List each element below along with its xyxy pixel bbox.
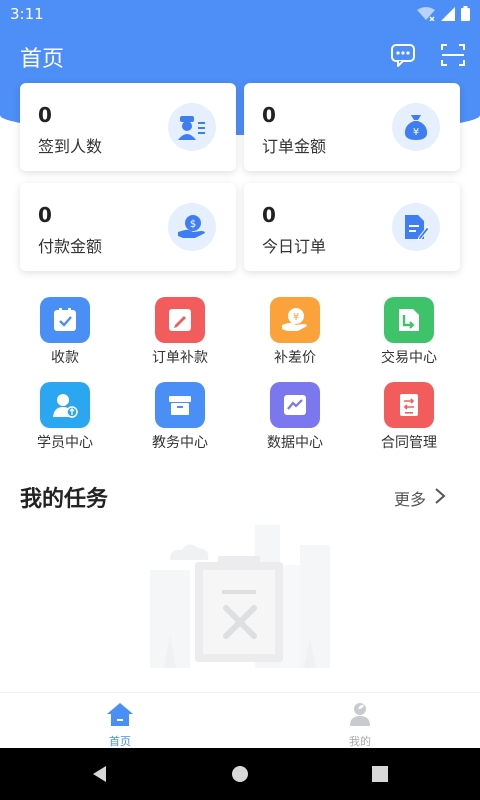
stat-value: 0 bbox=[38, 103, 52, 127]
svg-text:¥: ¥ bbox=[413, 127, 419, 138]
tab-mine[interactable]: 我的 bbox=[240, 693, 480, 749]
home-icon bbox=[107, 703, 133, 726]
message-icon[interactable] bbox=[390, 42, 416, 68]
stat-value: 0 bbox=[262, 103, 276, 127]
document-edit-icon bbox=[392, 203, 440, 251]
battery-icon bbox=[461, 6, 470, 21]
title-bar: 首页 bbox=[0, 38, 480, 74]
status-icons bbox=[417, 6, 470, 21]
more-label: 更多 bbox=[393, 490, 426, 509]
contract-icon bbox=[384, 382, 434, 428]
stat-card-payment-amount[interactable]: 0 付款金额 $ bbox=[20, 183, 236, 271]
stat-card-checkin[interactable]: 0 签到人数 bbox=[20, 83, 236, 171]
page-title: 首页 bbox=[20, 47, 65, 72]
archive-box-icon bbox=[155, 382, 205, 428]
menu-label: 合同管理 bbox=[381, 435, 437, 451]
stat-label: 签到人数 bbox=[38, 137, 103, 156]
svg-text:$: $ bbox=[190, 219, 196, 230]
edit-icon bbox=[155, 297, 205, 343]
student-icon bbox=[40, 382, 90, 428]
menu-item-order-supplement[interactable]: 订单补款 bbox=[130, 297, 230, 377]
signal-icon bbox=[441, 6, 455, 21]
chevron-right-icon bbox=[435, 488, 446, 504]
back-icon[interactable] bbox=[90, 764, 110, 784]
stat-card-today-orders[interactable]: 0 今日订单 bbox=[244, 183, 460, 271]
menu-label: 收款 bbox=[51, 350, 79, 366]
money-bag-icon: ¥ bbox=[392, 103, 440, 151]
trend-chart-icon bbox=[270, 382, 320, 428]
stat-label: 订单金额 bbox=[262, 137, 327, 156]
wifi-icon bbox=[417, 6, 435, 21]
menu-item-data-center[interactable]: 数据中心 bbox=[245, 382, 345, 462]
scan-icon[interactable] bbox=[440, 42, 466, 68]
tab-home[interactable]: 首页 bbox=[0, 693, 240, 749]
system-nav-bar bbox=[0, 748, 480, 800]
menu-label: 订单补款 bbox=[152, 350, 208, 366]
menu-item-student-center[interactable]: 学员中心 bbox=[15, 382, 115, 462]
stat-label: 付款金额 bbox=[38, 237, 103, 256]
home-button-icon[interactable] bbox=[230, 764, 250, 784]
trade-document-icon bbox=[384, 297, 434, 343]
recents-icon[interactable] bbox=[370, 764, 390, 784]
menu-label: 补差价 bbox=[274, 350, 316, 366]
svg-text:¥: ¥ bbox=[293, 312, 299, 323]
stat-label: 今日订单 bbox=[262, 237, 327, 256]
menu-item-trade-center[interactable]: 交易中心 bbox=[359, 297, 459, 377]
stat-card-order-amount[interactable]: 0 订单金额 ¥ bbox=[244, 83, 460, 171]
menu-label: 学员中心 bbox=[37, 435, 93, 451]
status-bar: 3:11 bbox=[0, 0, 480, 28]
profile-icon bbox=[350, 703, 370, 726]
tab-home-label: 首页 bbox=[109, 735, 131, 748]
payment-hand-icon: $ bbox=[168, 203, 216, 251]
menu-item-contract-management[interactable]: 合同管理 bbox=[359, 382, 459, 462]
checklist-icon bbox=[40, 297, 90, 343]
menu-label: 教务中心 bbox=[152, 435, 208, 451]
user-checkin-icon bbox=[168, 103, 216, 151]
stat-value: 0 bbox=[262, 203, 276, 227]
empty-state-illustration bbox=[140, 525, 340, 680]
tasks-title: 我的任务 bbox=[20, 487, 109, 512]
menu-label: 数据中心 bbox=[267, 435, 323, 451]
menu-item-academic-center[interactable]: 教务中心 bbox=[130, 382, 230, 462]
bottom-tabbar: 首页 我的 bbox=[0, 692, 480, 748]
stat-value: 0 bbox=[38, 203, 52, 227]
menu-item-price-difference[interactable]: ¥ 补差价 bbox=[245, 297, 345, 377]
status-time: 3:11 bbox=[10, 5, 44, 23]
tab-mine-label: 我的 bbox=[349, 735, 371, 748]
yuan-hand-icon: ¥ bbox=[270, 297, 320, 343]
menu-label: 交易中心 bbox=[381, 350, 437, 366]
menu-item-collect-payment[interactable]: 收款 bbox=[15, 297, 115, 377]
